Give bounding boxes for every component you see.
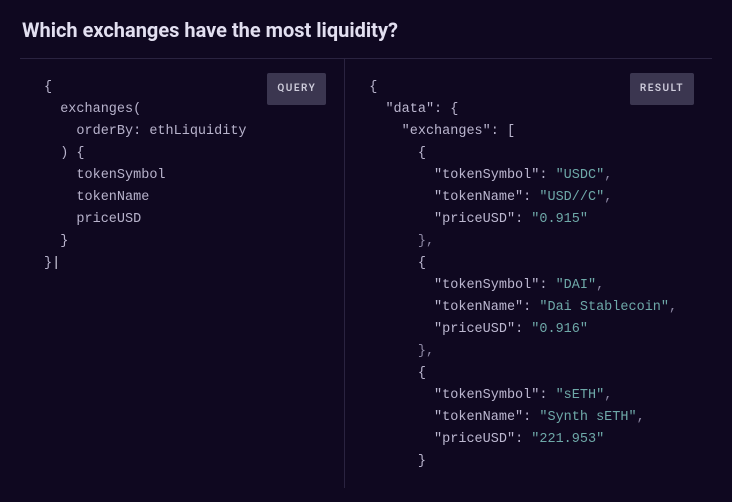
func-call: exchanges( [60, 102, 141, 117]
json-val: "Dai Stablecoin" [539, 300, 669, 315]
colon: : [515, 432, 531, 447]
field: tokenName [76, 190, 149, 205]
colon: : [434, 102, 450, 117]
json-val: "0.916" [531, 322, 588, 337]
query-badge: QUERY [267, 73, 326, 105]
colon: : [523, 300, 539, 315]
json-key: "priceUSD" [434, 212, 515, 227]
colon: : [515, 212, 531, 227]
brace: { [44, 80, 52, 95]
brace: { [418, 256, 426, 271]
json-val: "USD//C" [539, 190, 604, 205]
comma: , [669, 300, 677, 315]
result-badge: RESULT [630, 73, 694, 105]
json-key: "tokenSymbol" [434, 388, 539, 403]
brace: { [369, 80, 377, 95]
comma: , [604, 168, 612, 183]
colon: : [515, 322, 531, 337]
json-val: "DAI" [556, 278, 597, 293]
colon: : [523, 190, 539, 205]
json-val: "USDC" [556, 168, 605, 183]
arg-line: orderBy: ethLiquidity [76, 124, 246, 139]
brace: { [418, 366, 426, 381]
comma: , [596, 278, 604, 293]
colon: : [539, 168, 555, 183]
brace: } [44, 256, 52, 271]
comma: , [637, 410, 645, 425]
json-key: "tokenSymbol" [434, 278, 539, 293]
panes-container: QUERY { exchanges( orderBy: ethLiquidity… [20, 58, 712, 488]
brace: { [418, 146, 426, 161]
json-val: "sETH" [556, 388, 605, 403]
page-title: Which exchanges have the most liquidity? [0, 0, 732, 58]
colon: : [491, 124, 507, 139]
comma: , [604, 190, 612, 205]
close-open: ) { [60, 146, 84, 161]
colon: : [539, 278, 555, 293]
colon: : [539, 388, 555, 403]
query-pane: QUERY { exchanges( orderBy: ethLiquidity… [20, 59, 345, 488]
json-key: "tokenName" [434, 410, 523, 425]
json-val: "221.953" [531, 432, 604, 447]
cursor: | [52, 256, 60, 271]
json-key: "tokenSymbol" [434, 168, 539, 183]
brace: }, [418, 234, 434, 249]
result-pane: RESULT { "data": { "exchanges": [ { "tok… [345, 59, 712, 488]
json-key: "data" [385, 102, 434, 117]
brace: } [60, 234, 68, 249]
json-val: "0.915" [531, 212, 588, 227]
result-code: { "data": { "exchanges": [ { "tokenSymbo… [369, 77, 704, 473]
json-key: "priceUSD" [434, 322, 515, 337]
field: priceUSD [76, 212, 141, 227]
json-key: "priceUSD" [434, 432, 515, 447]
bracket: [ [507, 124, 515, 139]
query-code[interactable]: { exchanges( orderBy: ethLiquidity ) { t… [44, 77, 336, 275]
field: tokenSymbol [76, 168, 165, 183]
comma: , [604, 388, 612, 403]
brace: { [450, 102, 458, 117]
json-key: "exchanges" [402, 124, 491, 139]
json-key: "tokenName" [434, 300, 523, 315]
json-key: "tokenName" [434, 190, 523, 205]
brace: }, [418, 344, 434, 359]
json-val: "Synth sETH" [539, 410, 636, 425]
brace: } [418, 454, 426, 469]
colon: : [523, 410, 539, 425]
